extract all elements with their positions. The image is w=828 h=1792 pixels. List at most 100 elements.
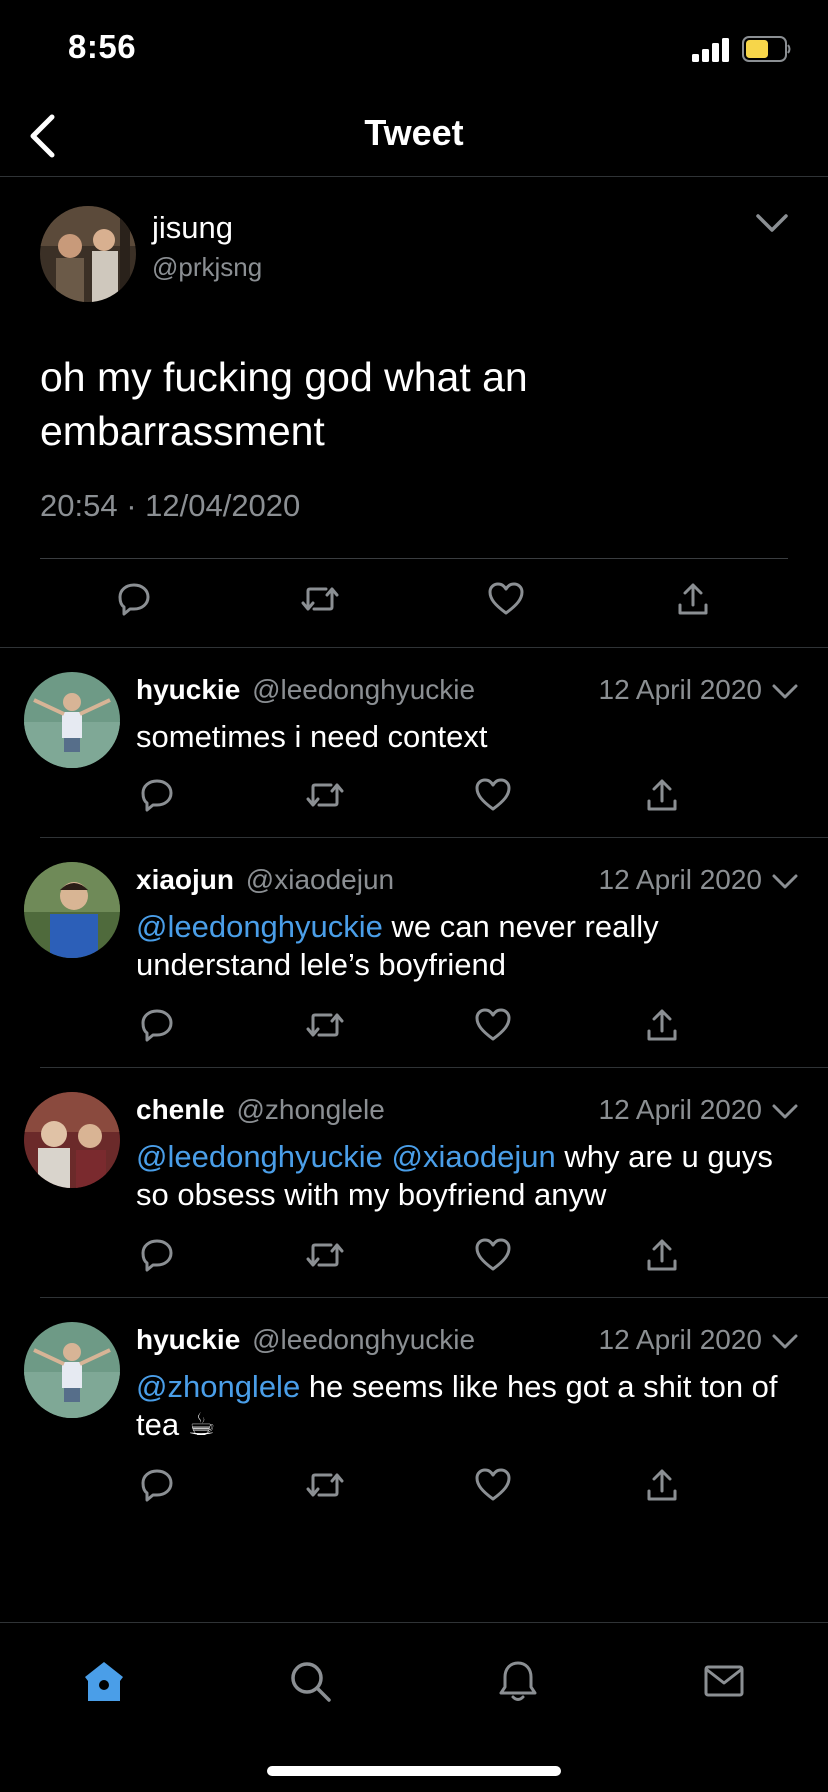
chevron-down-icon[interactable] xyxy=(770,681,800,703)
avatar-photo xyxy=(24,1322,120,1418)
avatar[interactable] xyxy=(24,862,120,958)
retweet-button[interactable] xyxy=(303,1003,347,1047)
share-button[interactable] xyxy=(640,1233,684,1277)
like-button[interactable] xyxy=(471,1003,515,1047)
reply-tweet[interactable]: hyuckie @leedonghyuckie 12 April 2020 so… xyxy=(0,648,828,838)
share-icon xyxy=(647,1009,677,1041)
reply-author-handle[interactable]: @zhonglele xyxy=(236,1094,384,1125)
reply-author-name[interactable]: hyuckie xyxy=(136,1324,240,1355)
avatar-photo xyxy=(40,206,136,302)
tab-notifications[interactable] xyxy=(488,1651,548,1711)
chevron-down-icon[interactable] xyxy=(770,1331,800,1353)
like-button[interactable] xyxy=(471,1233,515,1277)
reply-date: 12 April 2020 xyxy=(598,674,762,705)
heart-icon xyxy=(475,1008,511,1041)
main-tweet: jisung @prkjsng oh my fucking god what a… xyxy=(0,178,828,648)
reply-author-handle[interactable]: @xiaodejun xyxy=(246,864,394,895)
like-button[interactable] xyxy=(471,773,515,817)
heart-icon xyxy=(475,778,511,811)
author-name[interactable]: jisung xyxy=(152,210,233,246)
tab-search[interactable] xyxy=(280,1651,340,1711)
tweet-timestamp: 20:54 · 12/04/2020 xyxy=(40,488,301,523)
share-button[interactable] xyxy=(640,1003,684,1047)
avatar[interactable] xyxy=(24,1322,120,1418)
share-icon xyxy=(647,1239,677,1271)
reply-button[interactable] xyxy=(135,1003,179,1047)
share-icon xyxy=(678,583,708,615)
reply-actions xyxy=(0,1463,828,1513)
reply-actions xyxy=(0,773,828,823)
share-icon xyxy=(647,1469,677,1501)
share-button[interactable] xyxy=(668,574,718,624)
reply-text: @leedonghyuckie @xiaodejun why are u guy… xyxy=(136,1138,806,1214)
reply-mention[interactable]: @zhonglele xyxy=(136,1369,300,1404)
reply-button[interactable] xyxy=(135,773,179,817)
reply-tweet[interactable]: xiaojun @xiaodejun 12 April 2020 @leedon… xyxy=(0,838,828,1068)
divider xyxy=(40,558,788,559)
share-button[interactable] xyxy=(640,773,684,817)
avatar[interactable] xyxy=(24,1092,120,1188)
retweet-icon xyxy=(301,587,339,611)
avatar-photo xyxy=(24,1092,120,1188)
reply-mention[interactable]: @leedonghyuckie xyxy=(136,909,383,944)
reply-author-handle[interactable]: @leedonghyuckie xyxy=(252,1324,475,1355)
mail-icon xyxy=(704,1665,744,1697)
retweet-icon xyxy=(306,783,344,807)
search-icon xyxy=(291,1662,331,1702)
reply-author-name[interactable]: hyuckie xyxy=(136,674,240,705)
reply-icon xyxy=(141,1239,173,1272)
reply-icon xyxy=(141,779,173,812)
retweet-button[interactable] xyxy=(303,1233,347,1277)
reply-author-name[interactable]: xiaojun xyxy=(136,864,234,895)
retweet-icon xyxy=(306,1243,344,1267)
reply-body: sometimes i need context xyxy=(136,719,488,754)
retweet-button[interactable] xyxy=(303,1463,347,1507)
reply-tweet[interactable]: chenle @zhonglele 12 April 2020 @leedong… xyxy=(0,1068,828,1298)
chevron-down-icon[interactable] xyxy=(752,208,792,238)
tab-messages[interactable] xyxy=(694,1651,754,1711)
reply-date: 12 April 2020 xyxy=(598,1324,762,1355)
heart-icon xyxy=(488,582,524,615)
reply-text: @zhonglele he seems like hes got a shit … xyxy=(136,1368,806,1444)
retweet-button[interactable] xyxy=(303,773,347,817)
home-indicator[interactable] xyxy=(267,1766,561,1776)
reply-mention[interactable]: @leedonghyuckie @xiaodejun xyxy=(136,1139,556,1174)
page-title: Tweet xyxy=(364,112,464,153)
author-handle[interactable]: @prkjsng xyxy=(152,252,262,283)
avatar-photo xyxy=(24,672,120,768)
signal-icon xyxy=(692,38,729,62)
chevron-down-icon[interactable] xyxy=(770,871,800,893)
reply-actions xyxy=(0,1233,828,1283)
like-button[interactable] xyxy=(471,1463,515,1507)
share-icon xyxy=(647,779,677,811)
avatar[interactable] xyxy=(40,206,136,302)
bell-icon xyxy=(499,1661,537,1701)
reply-button[interactable] xyxy=(135,1233,179,1277)
retweet-button[interactable] xyxy=(295,574,345,624)
reply-actions xyxy=(0,1003,828,1053)
avatar-photo xyxy=(24,862,120,958)
share-button[interactable] xyxy=(640,1463,684,1507)
nav-bar: Tweet xyxy=(0,100,828,177)
reply-text: @leedonghyuckie we can never really unde… xyxy=(136,908,806,984)
tweet-text: oh my fucking god what an embarrassment xyxy=(40,354,528,454)
reply-button[interactable] xyxy=(135,1463,179,1507)
reply-author-name[interactable]: chenle xyxy=(136,1094,225,1125)
retweet-icon xyxy=(306,1013,344,1037)
reply-author-handle[interactable]: @leedonghyuckie xyxy=(252,674,475,705)
avatar[interactable] xyxy=(24,672,120,768)
reply-date: 12 April 2020 xyxy=(598,1094,762,1125)
like-button[interactable] xyxy=(481,574,531,624)
reply-tweet[interactable]: hyuckie @leedonghyuckie 12 April 2020 @z… xyxy=(0,1298,828,1528)
tab-home[interactable] xyxy=(74,1651,134,1711)
reply-icon xyxy=(118,583,150,616)
reply-icon xyxy=(141,1469,173,1502)
reply-date: 12 April 2020 xyxy=(598,864,762,895)
heart-icon xyxy=(475,1238,511,1271)
status-bar: 8:56 xyxy=(0,0,828,100)
reply-button[interactable] xyxy=(109,574,159,624)
chevron-down-icon[interactable] xyxy=(770,1101,800,1123)
reply-text: sometimes i need context xyxy=(136,718,806,756)
status-time: 8:56 xyxy=(68,28,137,65)
battery-icon xyxy=(742,36,791,62)
